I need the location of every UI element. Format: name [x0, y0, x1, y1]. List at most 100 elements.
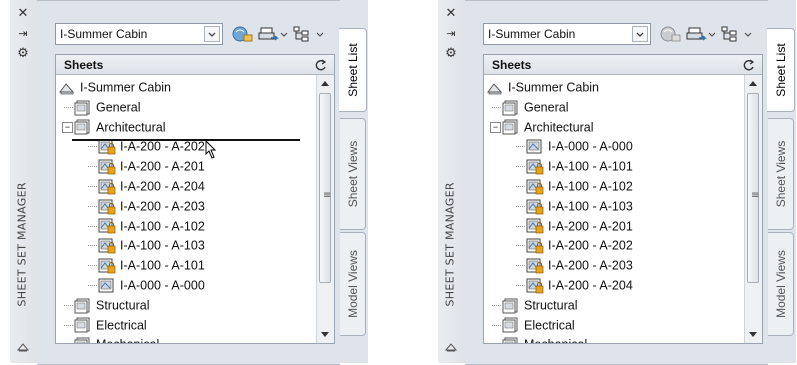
sheet-set-combo[interactable]: I-Summer Cabin — [55, 23, 223, 45]
tree-row-label: I-A-200 - A-201 — [548, 219, 633, 234]
tree-row[interactable]: I-A-100 - A-103 — [88, 235, 205, 255]
tree-row[interactable]: I-Summer Cabin — [58, 77, 171, 97]
scroll-thumb[interactable]: ≡ — [319, 93, 331, 283]
sheet-set-icon[interactable] — [16, 340, 30, 354]
tree-row-label: Mechanical — [524, 338, 587, 343]
tree-header: Sheets — [56, 55, 334, 75]
locked-sheet-icon — [98, 139, 116, 155]
palette-title: SHEET SET MANAGER — [15, 182, 29, 307]
dropdown-icon[interactable] — [279, 24, 289, 44]
close-icon[interactable]: ✕ — [442, 6, 460, 22]
plot-icon[interactable] — [685, 24, 709, 44]
properties-icon[interactable]: ⚙ — [14, 46, 32, 62]
properties-icon[interactable]: ⚙ — [442, 46, 460, 62]
tab-sheet-views[interactable]: Sheet Views — [768, 118, 794, 230]
tree-row-label: General — [96, 100, 141, 115]
tree-row-label: I-A-200 - A-204 — [120, 179, 205, 194]
close-icon[interactable]: ✕ — [14, 6, 32, 22]
palette-title-bar: ✕ ⇥ ⚙ SHEET SET MANAGER — [10, 0, 38, 363]
sheets-tree[interactable]: Sheets I-Summer Cabin General − Architectur… — [483, 54, 763, 344]
tree-row[interactable]: Electrical — [492, 315, 575, 335]
collapse-toggle-icon[interactable]: − — [490, 121, 501, 133]
scroll-up-icon[interactable] — [749, 81, 757, 86]
tree-row[interactable]: I-A-000 - A-000 — [516, 136, 633, 156]
tree-row[interactable]: I-A-100 - A-101 — [516, 156, 633, 176]
locked-sheet-icon — [98, 179, 116, 195]
tree-row[interactable]: I-A-200 - A-201 — [516, 216, 633, 236]
tab-sheet-list[interactable]: Sheet List — [767, 28, 795, 112]
tree-row[interactable]: I-A-100 - A-101 — [88, 255, 205, 275]
tree-row[interactable]: − Architectural — [490, 117, 593, 137]
tree-row-label: I-A-200 - A-202 — [548, 239, 633, 254]
scroll-down-icon[interactable] — [321, 332, 329, 337]
tree-row[interactable]: Mechanical — [74, 334, 159, 343]
tree-row-label: Electrical — [96, 318, 147, 333]
vertical-scrollbar[interactable]: ≡ — [744, 75, 762, 343]
autohide-icon[interactable]: ⇥ — [442, 26, 460, 42]
tree-row-label: I-A-100 - A-101 — [548, 159, 633, 174]
tree-row[interactable]: General — [492, 97, 568, 117]
tree-row[interactable]: Structural — [64, 295, 150, 315]
autohide-icon[interactable]: ⇥ — [14, 26, 32, 42]
locked-sheet-icon — [98, 258, 116, 274]
grip-icon: ≡ — [323, 190, 331, 201]
tab-model-views[interactable]: Model Views — [340, 232, 366, 336]
tab-sheet-list[interactable]: Sheet List — [339, 28, 367, 112]
locked-sheet-icon — [98, 238, 116, 254]
tree-row[interactable]: − Architectural — [62, 117, 165, 137]
scroll-thumb[interactable]: ≡ — [747, 93, 759, 283]
tree-row[interactable]: I-A-200 - A-203 — [88, 196, 205, 216]
plot-icon[interactable] — [257, 24, 281, 44]
palette-tabs: Sheet List Sheet Views Model Views — [767, 0, 796, 363]
tree-row[interactable]: I-A-000 - A-000 — [88, 275, 205, 295]
grip-icon: ≡ — [751, 190, 759, 201]
tree-row[interactable]: I-A-100 - A-102 — [516, 176, 633, 196]
tab-model-views[interactable]: Model Views — [768, 232, 794, 336]
tab-sheet-views-label: Sheet Views — [773, 140, 788, 208]
collapse-toggle-icon[interactable]: − — [62, 121, 73, 133]
tree-row-label: I-A-200 - A-202 — [120, 140, 205, 155]
subset-icon — [74, 317, 92, 333]
chevron-down-icon[interactable] — [204, 26, 220, 42]
tree-row-label: I-Summer Cabin — [508, 80, 599, 95]
tree-connector — [516, 245, 525, 247]
tab-model-views-label: Model Views — [345, 250, 360, 318]
sheet-set-combo[interactable]: I-Summer Cabin — [483, 23, 651, 45]
tree-row[interactable]: Electrical — [64, 315, 147, 335]
refresh-icon[interactable] — [314, 58, 328, 72]
subset-icon — [502, 100, 520, 116]
dropdown-icon[interactable] — [707, 24, 717, 44]
tree-row[interactable]: Structural — [492, 295, 578, 315]
dropdown-icon[interactable] — [743, 24, 753, 44]
tree-row[interactable]: General — [64, 97, 141, 117]
publish-icon[interactable] — [231, 24, 255, 44]
sheets-tree[interactable]: Sheets I-Summer Cabin General − Architectur… — [55, 54, 335, 344]
view-options-icon[interactable] — [291, 24, 315, 44]
tree-row[interactable]: I-A-200 - A-202 — [516, 235, 633, 255]
tree-row[interactable]: I-A-100 - A-103 — [516, 196, 633, 216]
chevron-down-icon[interactable] — [632, 26, 648, 42]
sheet-set-icon[interactable] — [444, 340, 458, 354]
view-options-icon[interactable] — [719, 24, 743, 44]
tree-row[interactable]: I-A-200 - A-203 — [516, 255, 633, 275]
subset-icon — [502, 337, 520, 343]
subset-icon — [502, 317, 520, 333]
tree-row[interactable]: I-A-200 - A-204 — [516, 275, 633, 295]
subset-icon — [502, 298, 520, 314]
scroll-down-icon[interactable] — [749, 332, 757, 337]
tree-header: Sheets — [484, 55, 762, 75]
tree-row[interactable]: I-A-100 - A-102 — [88, 216, 205, 236]
tree-row[interactable]: I-A-200 - A-204 — [88, 176, 205, 196]
tree-row-label: I-A-100 - A-103 — [548, 199, 633, 214]
refresh-icon[interactable] — [742, 58, 756, 72]
tab-sheet-views[interactable]: Sheet Views — [340, 118, 366, 230]
vertical-scrollbar[interactable]: ≡ — [316, 75, 334, 343]
dropdown-icon[interactable] — [315, 24, 325, 44]
tree-row-label: I-A-100 - A-103 — [120, 239, 205, 254]
tree-row[interactable]: I-Summer Cabin — [486, 77, 599, 97]
tree-row[interactable]: I-A-200 - A-201 — [88, 156, 205, 176]
scroll-up-icon[interactable] — [321, 81, 329, 86]
publish-icon[interactable] — [659, 24, 683, 44]
tree-row[interactable]: Mechanical — [502, 334, 587, 343]
tree-connector — [88, 166, 97, 168]
